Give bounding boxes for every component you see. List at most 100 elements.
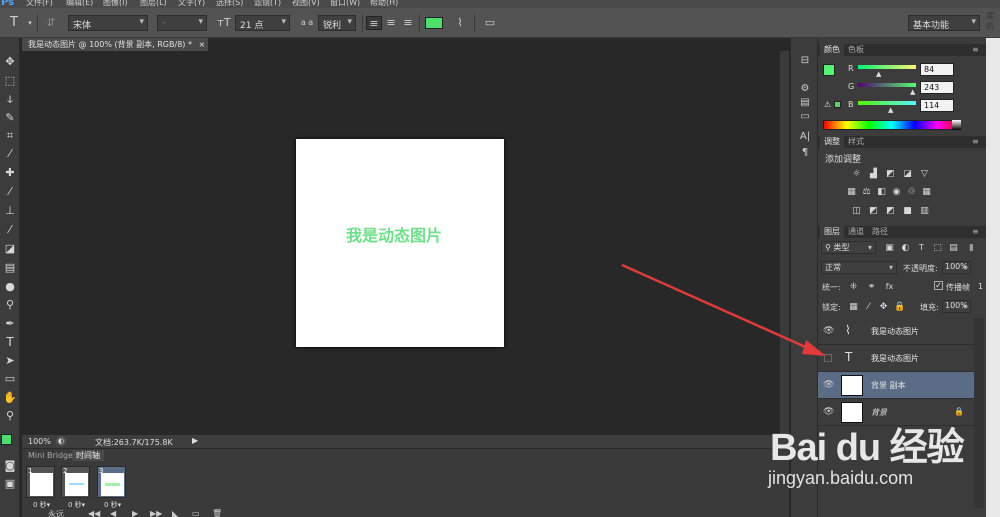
curves-adjust-icon[interactable]: ◩: [885, 169, 896, 179]
invert-adjust-icon[interactable]: ◫: [851, 206, 862, 216]
menu-window[interactable]: 窗口(W): [330, 0, 360, 8]
layer-row-background-copy[interactable]: 👁 背景 副本: [818, 372, 974, 399]
unify-visibility-icon[interactable]: ⚭: [866, 282, 877, 292]
unify-style-icon[interactable]: fx: [884, 282, 895, 292]
character-panel-icon[interactable]: A|: [797, 130, 813, 144]
b-slider[interactable]: [858, 101, 916, 105]
animation-frame-3[interactable]: 3: [97, 466, 126, 498]
tab-channels[interactable]: 通道: [844, 226, 868, 238]
vibrance-adjust-icon[interactable]: ▽: [919, 169, 930, 179]
gradient-map-adjust-icon[interactable]: ▥: [919, 206, 930, 216]
first-frame-icon[interactable]: ◀◀: [88, 509, 100, 517]
info-panel-icon[interactable]: ▤: [797, 96, 813, 110]
close-document-icon[interactable]: ×: [199, 40, 206, 49]
color-foreground-swatch[interactable]: [823, 64, 835, 76]
blend-mode-select[interactable]: 正常: [821, 261, 897, 274]
panel-menu-icon[interactable]: ≡: [968, 44, 983, 56]
eyedropper-tool-icon[interactable]: ⁄: [2, 146, 18, 162]
text-color-swatch[interactable]: [425, 17, 443, 29]
unify-position-icon[interactable]: ⁜: [848, 282, 859, 292]
bw-adjust-icon[interactable]: ◧: [876, 187, 887, 197]
workspace-select[interactable]: 基本功能: [908, 15, 980, 31]
hue-adjust-icon[interactable]: ▦: [846, 187, 857, 197]
b-slider-thumb-icon[interactable]: ▲: [888, 106, 893, 114]
lock-position-icon[interactable]: ✥: [878, 302, 889, 312]
clone-stamp-tool-icon[interactable]: ⊥: [2, 203, 18, 219]
pen-tool-icon[interactable]: ✒: [2, 316, 18, 332]
menu-image[interactable]: 图像(I): [103, 0, 128, 8]
text-tool-icon[interactable]: T: [6, 16, 22, 30]
path-selection-tool-icon[interactable]: ➤: [2, 353, 18, 369]
vertical-scrollbar[interactable]: [780, 51, 789, 435]
menu-layer[interactable]: 图层(L): [140, 0, 167, 8]
lock-all-icon[interactable]: 🔒: [894, 302, 905, 312]
tab-timeline[interactable]: 时间轴: [72, 450, 104, 461]
blur-tool-icon[interactable]: ●: [2, 279, 18, 295]
menu-file[interactable]: 文件(F): [26, 0, 53, 8]
align-right-icon[interactable]: ≡: [400, 16, 416, 30]
menu-type[interactable]: 文字(Y): [178, 0, 205, 8]
propagate-frame-checkbox[interactable]: ✓: [934, 281, 943, 290]
brush-tool-icon[interactable]: ⁄: [2, 184, 18, 200]
g-slider[interactable]: [858, 83, 916, 87]
move-tool-icon[interactable]: ✥: [2, 54, 18, 70]
g-value-input[interactable]: 243: [920, 81, 954, 94]
menu-view[interactable]: 视图(V): [292, 0, 320, 8]
visibility-off-box[interactable]: [824, 354, 832, 362]
lock-pixels-icon[interactable]: ⁄: [863, 302, 874, 312]
filter-pixel-icon[interactable]: ▣: [884, 243, 895, 253]
menu-edit[interactable]: 编辑(E): [66, 0, 93, 8]
menu-filter[interactable]: 滤镜(T): [254, 0, 281, 8]
brightness-adjust-icon[interactable]: ☼: [851, 169, 862, 179]
prev-frame-icon[interactable]: ◀: [110, 509, 116, 517]
channel-mixer-adjust-icon[interactable]: ♲: [906, 187, 917, 197]
align-center-icon[interactable]: ≡: [383, 16, 399, 30]
layer-filter-select[interactable]: ⚲ 类型: [821, 241, 876, 254]
r-slider-thumb-icon[interactable]: ▲: [876, 70, 881, 78]
play-icon[interactable]: ▶: [132, 509, 138, 517]
filter-adjustment-icon[interactable]: ◐: [900, 243, 911, 253]
b-value-input[interactable]: 114: [920, 99, 954, 112]
marquee-tool-icon[interactable]: ⬚: [2, 73, 18, 89]
filter-toggle-icon[interactable]: ▮: [966, 243, 977, 253]
foreground-color-swatch[interactable]: [1, 434, 12, 445]
duplicate-frame-icon[interactable]: ▭: [192, 509, 200, 517]
eraser-tool-icon[interactable]: ◪: [2, 241, 18, 257]
tab-mini-bridge[interactable]: Mini Bridge: [24, 450, 77, 461]
menu-help[interactable]: 帮助(H): [370, 0, 398, 8]
tab-layers[interactable]: 图层: [820, 226, 844, 238]
screen-mode-icon[interactable]: ▣: [2, 476, 18, 492]
r-slider[interactable]: [858, 65, 916, 69]
healing-brush-tool-icon[interactable]: ✚: [2, 165, 18, 181]
font-style-select[interactable]: -: [157, 15, 207, 31]
fill-input[interactable]: 100%: [942, 300, 971, 313]
tool-preset-dropdown-icon[interactable]: ▾: [22, 16, 38, 30]
gamut-color-swatch[interactable]: [834, 101, 841, 108]
tab-swatches[interactable]: 色板: [844, 44, 868, 56]
panel-menu-icon[interactable]: ≡: [968, 136, 983, 148]
opacity-input[interactable]: 100%: [942, 261, 971, 274]
zoom-level[interactable]: 100%: [28, 437, 51, 446]
actions-panel-icon[interactable]: ▭: [797, 110, 813, 124]
quick-select-tool-icon[interactable]: ✎: [2, 110, 18, 126]
tween-icon[interactable]: ◣: [172, 509, 178, 517]
lock-transparent-icon[interactable]: ▦: [848, 302, 859, 312]
status-menu-icon[interactable]: ◐: [56, 436, 66, 446]
font-size-select[interactable]: 21 点: [235, 15, 290, 31]
menu-select[interactable]: 选择(S): [216, 0, 243, 8]
color-balance-adjust-icon[interactable]: ⚖: [861, 187, 872, 197]
tab-styles[interactable]: 样式: [844, 136, 868, 148]
crop-tool-icon[interactable]: ⌗: [2, 128, 18, 144]
history-brush-tool-icon[interactable]: ⁄: [2, 222, 18, 238]
lasso-tool-icon[interactable]: ↆ: [2, 92, 18, 108]
filter-smart-icon[interactable]: ▤: [948, 243, 959, 253]
color-spectrum-ramp[interactable]: [823, 120, 961, 130]
hand-tool-icon[interactable]: ✋: [2, 390, 18, 406]
document-tab[interactable]: 我是动态图片 @ 100% (背景 副本, RGB/8) * ×: [22, 38, 208, 51]
tab-adjustments[interactable]: 调整: [820, 136, 844, 148]
quick-mask-icon[interactable]: ◙: [2, 458, 18, 474]
font-family-select[interactable]: 宋体: [68, 15, 148, 31]
tab-paths[interactable]: 路径: [868, 226, 892, 238]
color-lookup-adjust-icon[interactable]: ▦: [921, 187, 932, 197]
align-left-icon[interactable]: ≡: [366, 16, 382, 30]
